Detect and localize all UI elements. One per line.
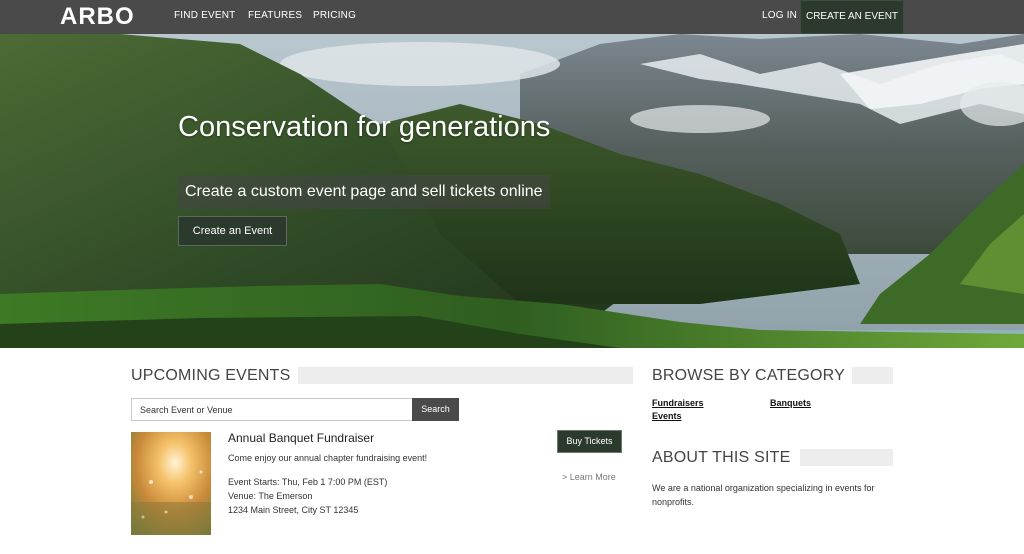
- login-link[interactable]: LOG IN: [762, 10, 797, 22]
- event-start: Event Starts: Thu, Feb 1 7:00 PM (EST): [228, 477, 388, 487]
- create-event-nav-button[interactable]: CREATE AN EVENT: [800, 0, 904, 34]
- nav-find-event[interactable]: FIND EVENT: [174, 10, 235, 22]
- heading-divider: [298, 367, 633, 384]
- category-fundraisers[interactable]: Fundraisers: [652, 398, 704, 409]
- event-description: Come enjoy our annual chapter fundraisin…: [228, 453, 428, 463]
- create-event-hero-button[interactable]: Create an Event: [178, 216, 287, 246]
- search-input[interactable]: [131, 398, 413, 421]
- learn-more-link[interactable]: > Learn More: [562, 472, 616, 483]
- category-events[interactable]: Events: [652, 411, 682, 422]
- buy-tickets-button[interactable]: Buy Tickets: [557, 430, 622, 453]
- upcoming-events-heading: UPCOMING EVENTS: [131, 367, 291, 384]
- category-banquets[interactable]: Banquets: [770, 398, 811, 409]
- nav-pricing[interactable]: PRICING: [313, 10, 356, 22]
- heading-divider: [852, 367, 893, 384]
- search-button[interactable]: Search: [412, 398, 459, 421]
- hero-subtitle: Create a custom event page and sell tick…: [178, 175, 550, 209]
- logo[interactable]: ARBO: [60, 4, 135, 30]
- about-heading: ABOUT THIS SITE: [652, 449, 791, 466]
- browse-category-heading: BROWSE BY CATEGORY: [652, 367, 845, 384]
- event-title[interactable]: Annual Banquet Fundraiser: [228, 431, 374, 445]
- about-text: We are a national organization specializ…: [652, 483, 875, 507]
- top-nav: ARBO FIND EVENT FEATURES PRICING LOG IN …: [0, 0, 1024, 34]
- event-venue: Venue: The Emerson: [228, 491, 313, 501]
- hero-title: Conservation for generations: [178, 111, 551, 143]
- heading-divider: [800, 449, 893, 466]
- event-thumbnail[interactable]: [131, 432, 211, 535]
- nav-features[interactable]: FEATURES: [248, 10, 302, 22]
- event-address: 1234 Main Street, City ST 12345: [228, 505, 359, 515]
- hero-banner: Conservation for generations Create a cu…: [0, 34, 1024, 348]
